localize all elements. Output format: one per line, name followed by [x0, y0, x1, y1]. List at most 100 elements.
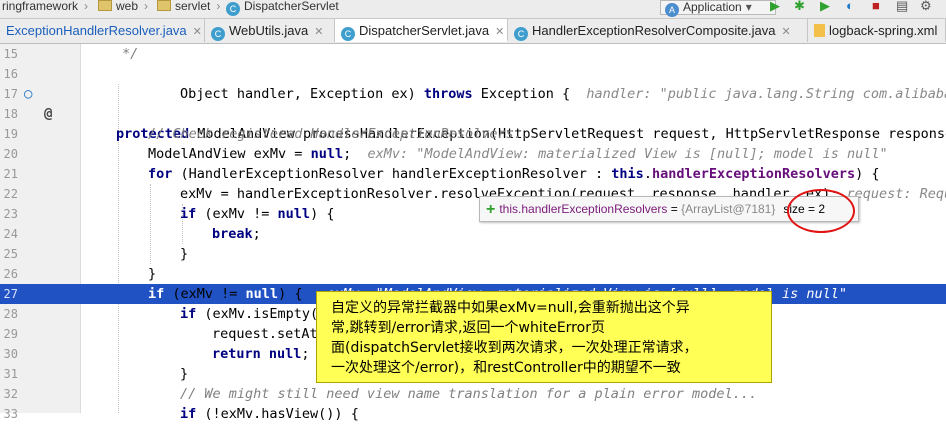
xml-file-icon — [814, 24, 825, 37]
code-segment: . — [643, 166, 652, 182]
line-number: 17 — [3, 87, 18, 101]
code-segment: ; — [301, 346, 310, 362]
keyword: null — [245, 286, 279, 302]
close-icon[interactable]: ✕ — [314, 26, 323, 38]
line-number: 32 — [3, 387, 18, 401]
close-icon[interactable]: ✕ — [193, 26, 202, 38]
keyword: break — [212, 226, 253, 242]
run-config-label: Application — [683, 0, 742, 14]
code-text: // Check registered HandlerExceptionReso… — [148, 124, 538, 144]
line-number: 30 — [3, 347, 18, 361]
code-line: 15 */ — [0, 44, 946, 64]
keyword: if — [180, 406, 197, 422]
tab-handler-exception-resolver-composite[interactable]: C HandlerExceptionResolverComposite.java ✕ — [508, 19, 808, 42]
run-config-select[interactable]: A Application ▾ — [660, 0, 776, 17]
breadcrumb-label: web — [116, 0, 139, 13]
project-structure-icon[interactable]: ▤ — [896, 0, 908, 14]
settings-icon[interactable]: ⚙ — [920, 0, 932, 14]
folder-icon — [98, 0, 112, 11]
stop-icon[interactable]: ■ — [872, 0, 880, 14]
code-text: break; — [212, 224, 261, 244]
code-line: 20 ModelAndView exMv = null; exMv: "Model… — [0, 144, 946, 164]
run-with-coverage-icon[interactable]: ▶ — [820, 0, 830, 14]
line-number: 21 — [3, 167, 18, 181]
run-icon[interactable]: ▶ — [770, 0, 780, 14]
tooltip-variable-name: this.handlerExceptionResolvers — [499, 202, 668, 216]
keyword: this — [611, 166, 644, 182]
breadcrumb-label: DispatcherServlet — [244, 0, 339, 13]
line-number: 27 — [3, 287, 18, 301]
breadcrumb-item[interactable]: C DispatcherServlet — [226, 0, 339, 16]
code-line: 21 for (HandlerExceptionResolver handlerE… — [0, 164, 946, 184]
field-reference[interactable]: handlerExceptionResolvers — [652, 166, 855, 182]
breadcrumb-item[interactable]: servlet › — [157, 0, 220, 14]
close-icon[interactable]: ✕ — [495, 26, 504, 38]
code-segment: ) { — [855, 166, 880, 182]
code-segment: Object handler, Exception ex) — [180, 86, 424, 102]
editor-tabs: ExceptionHandlerResolver.java ✕ C WebUtils… — [0, 19, 946, 44]
chevron-down-icon: ▾ — [745, 0, 752, 14]
code-line: 17 Object handler, Exception ex) throws E… — [0, 84, 946, 104]
line-number: 25 — [3, 247, 18, 261]
keyword: if — [180, 306, 197, 322]
class-icon: C — [341, 27, 355, 41]
tab-label: HandlerExceptionResolverComposite.java — [532, 23, 776, 38]
code-line: 25} — [0, 244, 946, 264]
code-line: 16 ○ @ protected ModelAndView processHan… — [0, 64, 946, 142]
line-number: 31 — [3, 367, 18, 381]
comment: */ — [122, 46, 139, 62]
chevron-right-icon: › — [144, 0, 149, 13]
chevron-right-icon: › — [216, 0, 221, 13]
code-line: 33 if (!exMv.hasView()) { — [0, 404, 946, 424]
keyword: null — [310, 146, 344, 162]
tab-exception-handler-resolver[interactable]: ExceptionHandlerResolver.java ✕ — [0, 19, 205, 42]
code-segment: ) { — [310, 206, 335, 222]
line-number: 16 — [3, 67, 18, 81]
breadcrumb-item[interactable]: web › — [98, 0, 148, 14]
code-text: } — [148, 266, 157, 282]
tooltip-equals: = — [667, 202, 682, 216]
code-segment: ; — [343, 146, 352, 162]
code-segment: ; — [252, 226, 261, 242]
folder-icon — [157, 0, 171, 11]
comment: // Check registered HandlerExceptionReso… — [148, 126, 539, 142]
line-number: 22 — [3, 187, 18, 201]
code-segment: (!exMv.hasView()) { — [196, 406, 359, 422]
line-number: 26 — [3, 267, 18, 281]
debug-icon[interactable]: ✱ — [794, 0, 805, 14]
code-text: if (!exMv.hasView()) { — [180, 404, 359, 424]
line-number: 29 — [3, 327, 18, 341]
note-line: 面(dispatchServlet接收到两次请求，一次处理正常请求， — [331, 340, 698, 356]
tab-label: DispatcherServlet.java — [359, 23, 490, 38]
expand-icon[interactable]: + — [486, 201, 495, 218]
tab-webutils[interactable]: C WebUtils.java ✕ — [205, 19, 335, 42]
navigation-bar: ringframework › web › servlet › C Dispatcher… — [0, 0, 946, 19]
code-text: Object handler, Exception ex) throws Exc… — [180, 84, 946, 104]
close-icon[interactable]: ✕ — [782, 26, 791, 38]
code-line: 26} — [0, 264, 946, 284]
tab-label: ExceptionHandlerResolver.java — [6, 23, 187, 38]
keyword: if — [180, 206, 197, 222]
line-number: 33 — [3, 407, 18, 421]
chevron-right-icon: › — [84, 0, 89, 13]
tooltip-type: {ArrayList@7181} — [681, 202, 776, 216]
inline-debug-value: exMv: "ModelAndView: materialized View i… — [351, 146, 888, 162]
red-highlight-circle — [787, 189, 855, 233]
code-segment: (exMv != — [196, 206, 278, 222]
code-segment: Exception { — [472, 86, 571, 102]
line-number: 23 — [3, 207, 18, 221]
tab-logback-spring[interactable]: logback-spring.xml — [808, 19, 946, 42]
breadcrumb-item[interactable]: ringframework › — [2, 0, 88, 14]
code-line: 32 // We might still need view name trans… — [0, 384, 946, 404]
code-text: */ — [122, 44, 138, 64]
class-icon: C — [514, 27, 528, 41]
profile-icon[interactable]: ◐ — [846, 0, 854, 14]
application-icon: A — [665, 3, 679, 17]
breadcrumb-label: ringframework — [2, 0, 79, 13]
code-text: return null; — [212, 344, 310, 364]
tab-dispatcherservlet[interactable]: C DispatcherServlet.java ✕ — [335, 19, 508, 42]
code-text: } — [180, 366, 189, 382]
code-text: } — [180, 246, 189, 262]
keyword: null — [277, 206, 311, 222]
code-segment: (exMv != — [164, 286, 246, 302]
